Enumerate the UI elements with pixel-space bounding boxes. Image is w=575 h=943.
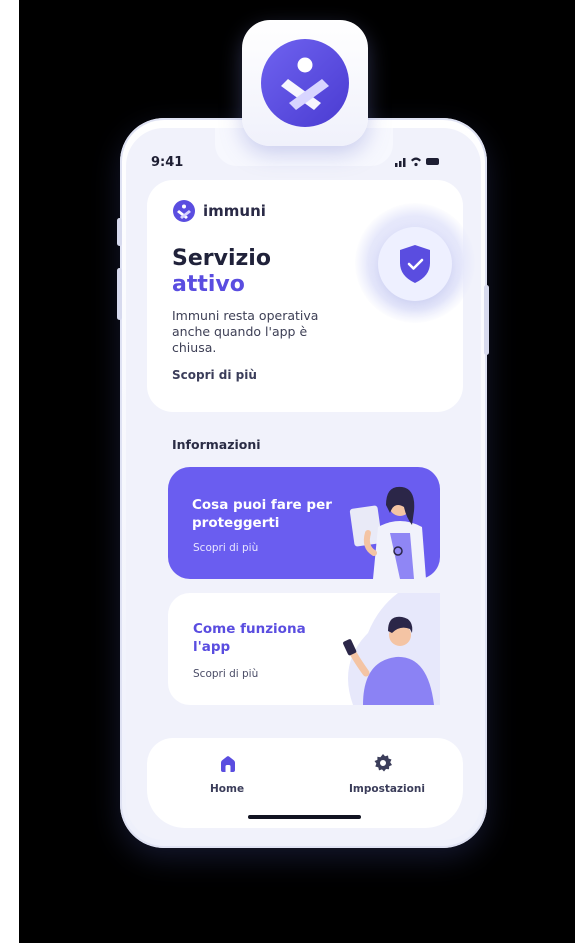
tab-settings[interactable]: Impostazioni	[349, 783, 425, 795]
status-more-link[interactable]: Scopri di più	[172, 368, 257, 382]
protect-card-link[interactable]: Scopri di più	[193, 542, 258, 554]
home-icon[interactable]	[219, 755, 237, 777]
signal-wifi-battery-icon	[395, 157, 439, 167]
app-icon-tile	[242, 20, 368, 146]
status-title: Servizio	[172, 246, 271, 271]
phone-side-button	[484, 285, 489, 355]
status-time: 9:41	[151, 155, 184, 170]
how-card-title: Come funziona l'app	[193, 621, 306, 655]
status-title-accent: attivo	[172, 272, 245, 297]
tab-home[interactable]: Home	[210, 783, 244, 795]
phone-side-button	[117, 268, 122, 320]
how-card-link[interactable]: Scopri di più	[193, 668, 258, 680]
immuni-logo-icon	[261, 39, 349, 127]
status-icons	[395, 155, 441, 170]
brand-header: immuni	[173, 200, 266, 222]
protect-card-title: Cosa puoi fare per proteggerti	[192, 497, 332, 531]
phone-side-button	[117, 218, 122, 246]
home-indicator	[248, 815, 361, 819]
info-section-label: Informazioni	[172, 437, 261, 452]
shield-check-icon	[400, 245, 430, 283]
app-name: immuni	[203, 202, 266, 220]
gear-icon[interactable]	[373, 753, 393, 777]
status-description: Immuni resta operativa anche quando l'ap…	[172, 308, 319, 355]
shield-badge	[378, 227, 452, 301]
immuni-logo-icon	[173, 200, 195, 222]
